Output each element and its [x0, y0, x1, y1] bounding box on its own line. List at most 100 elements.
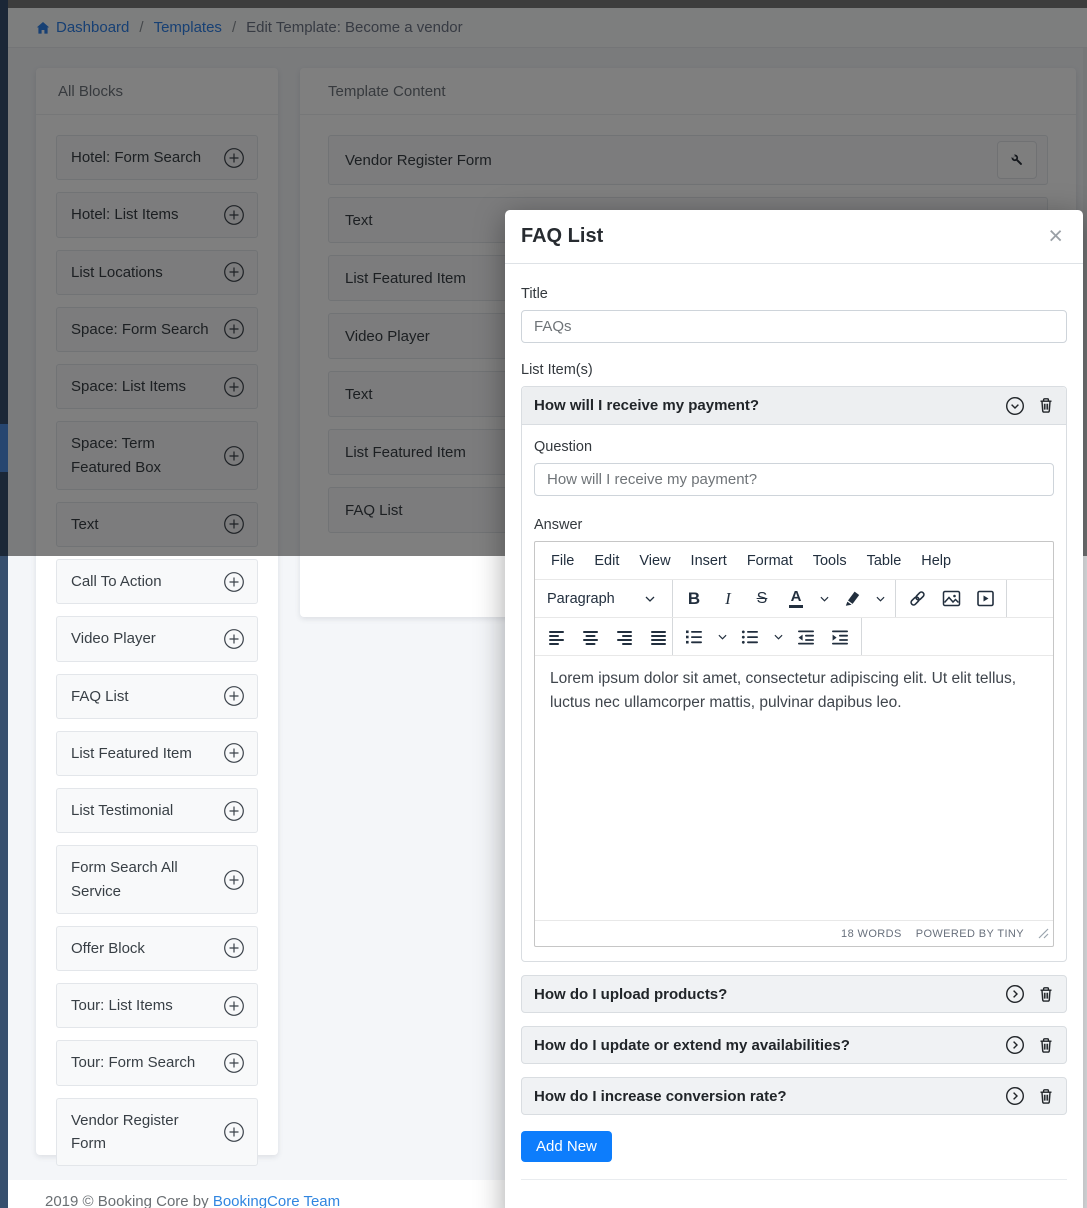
block-item[interactable]: Call To Action [56, 559, 258, 604]
faq-item-body: Question Answer File Edit View Ins [522, 425, 1066, 961]
footer-team-link[interactable]: BookingCore Team [213, 1193, 340, 1208]
block-item[interactable]: Form Search All Service [56, 845, 258, 914]
add-new-button[interactable]: Add New [521, 1131, 612, 1162]
block-item-label: List Featured Item [71, 742, 198, 765]
faq-item-collapsed[interactable]: How do I update or extend my availabilit… [521, 1026, 1067, 1064]
editor-menu-item[interactable]: Help [911, 553, 961, 569]
close-icon[interactable]: × [1048, 224, 1063, 249]
resize-handle[interactable] [1038, 928, 1049, 939]
add-circle-icon[interactable] [223, 1052, 245, 1074]
align-right-icon[interactable] [607, 622, 641, 652]
block-item[interactable]: List Testimonial [56, 788, 258, 833]
editor-toolbar-row2 [535, 618, 1053, 656]
word-count: 18 WORDS [841, 928, 902, 940]
editor-paragraph: Lorem ipsum dolor sit amet, consectetur … [550, 667, 1038, 715]
question-input[interactable] [534, 463, 1054, 496]
block-item[interactable]: Video Player [56, 616, 258, 661]
block-item[interactable]: Tour: List Items [56, 983, 258, 1028]
editor-menu-item[interactable]: File [541, 553, 584, 569]
faq-collapsed-list: How do I upload products? [521, 975, 1067, 1115]
numbered-list-icon[interactable] [677, 622, 711, 652]
trash-icon[interactable] [1038, 986, 1054, 1003]
chevron-right-circle-icon[interactable] [1005, 1086, 1025, 1106]
block-item-label: FAQ List [71, 685, 135, 708]
text-color-button[interactable]: A [779, 584, 813, 614]
add-circle-icon[interactable] [223, 685, 245, 707]
align-justify-icon[interactable] [641, 622, 675, 652]
insert-image-icon[interactable] [934, 584, 968, 614]
faq-item-header[interactable]: How will I receive my payment? [522, 387, 1066, 425]
answer-label: Answer [534, 517, 1054, 533]
question-label: Question [534, 439, 1054, 455]
align-left-icon[interactable] [539, 622, 573, 652]
block-item-label: Offer Block [71, 937, 151, 960]
marker-pen-icon [844, 590, 861, 607]
title-input[interactable] [521, 310, 1067, 343]
highlight-color-chevron-icon[interactable] [869, 584, 891, 614]
modal-body: Title List Item(s) How will I receive my… [505, 264, 1083, 1199]
strikethrough-button[interactable]: S [745, 584, 779, 614]
block-item[interactable]: List Featured Item [56, 731, 258, 776]
block-item[interactable]: Vendor Register Form [56, 1098, 258, 1167]
chevron-right-circle-icon[interactable] [1005, 984, 1025, 1004]
add-circle-icon[interactable] [223, 995, 245, 1017]
editor-menu-item[interactable]: Table [857, 553, 912, 569]
faq-item-expanded: How will I receive my payment? [521, 386, 1067, 962]
add-circle-icon[interactable] [223, 869, 245, 891]
text-color-chevron-icon[interactable] [813, 584, 835, 614]
modal-header: FAQ List × [505, 210, 1083, 264]
list-items-label: List Item(s) [521, 362, 1067, 378]
editor-menu-item[interactable]: Format [737, 553, 803, 569]
insert-media-icon[interactable] [968, 584, 1002, 614]
faq-item-title: How do I update or extend my availabilit… [534, 1037, 850, 1054]
editor-menu-item[interactable]: View [629, 553, 680, 569]
highlight-color-button[interactable] [835, 584, 869, 614]
editor-statusbar: 18 WORDS POWERED BY TINY [535, 920, 1053, 946]
faq-item-collapsed[interactable]: How do I upload products? [521, 975, 1067, 1013]
block-item[interactable]: Tour: Form Search [56, 1040, 258, 1085]
block-item-label: List Testimonial [71, 799, 179, 822]
modal-title: FAQ List [521, 225, 603, 248]
faq-item-title: How do I increase conversion rate? [534, 1088, 787, 1105]
editor-menu-item[interactable]: Tools [803, 553, 857, 569]
add-circle-icon[interactable] [223, 571, 245, 593]
italic-button[interactable]: I [711, 584, 745, 614]
add-circle-icon[interactable] [223, 742, 245, 764]
bold-button[interactable]: B [677, 584, 711, 614]
bullet-list-icon[interactable] [733, 622, 767, 652]
format-select[interactable]: Paragraph [539, 591, 661, 607]
modal-footer [521, 1179, 1067, 1199]
editor-menubar: File Edit View Insert Format Tools Tab [535, 542, 1053, 580]
faq-list-modal: FAQ List × Title List Item(s) How will I… [505, 210, 1083, 1208]
format-select-value: Paragraph [547, 591, 615, 607]
add-circle-icon[interactable] [223, 937, 245, 959]
chevron-right-circle-icon[interactable] [1005, 1035, 1025, 1055]
align-center-icon[interactable] [573, 622, 607, 652]
trash-icon[interactable] [1038, 397, 1054, 414]
outdent-icon[interactable] [789, 622, 823, 652]
faq-item-title: How will I receive my payment? [534, 397, 759, 414]
add-circle-icon[interactable] [223, 628, 245, 650]
title-label: Title [521, 286, 1067, 302]
bullet-list-chevron-icon[interactable] [767, 622, 789, 652]
trash-icon[interactable] [1038, 1088, 1054, 1105]
link-icon[interactable] [900, 584, 934, 614]
block-item[interactable]: FAQ List [56, 674, 258, 719]
block-item-label: Form Search All Service [71, 856, 223, 903]
footer-text: 2019 © Booking Core by [45, 1193, 213, 1208]
indent-icon[interactable] [823, 622, 857, 652]
editor-menu-item[interactable]: Edit [584, 553, 629, 569]
faq-item-collapsed[interactable]: How do I increase conversion rate? [521, 1077, 1067, 1115]
add-circle-icon[interactable] [223, 800, 245, 822]
text-color-glyph: A [791, 589, 802, 604]
chevron-down-icon [645, 596, 655, 602]
chevron-down-circle-icon[interactable] [1005, 396, 1025, 416]
block-item-label: Tour: List Items [71, 994, 179, 1017]
editor-content[interactable]: Lorem ipsum dolor sit amet, consectetur … [535, 656, 1053, 920]
editor-menu-item[interactable]: Insert [681, 553, 737, 569]
numbered-list-chevron-icon[interactable] [711, 622, 733, 652]
block-item[interactable]: Offer Block [56, 926, 258, 971]
trash-icon[interactable] [1038, 1037, 1054, 1054]
editor-toolbar-row1: Paragraph B I S A [535, 580, 1053, 618]
add-circle-icon[interactable] [223, 1121, 245, 1143]
